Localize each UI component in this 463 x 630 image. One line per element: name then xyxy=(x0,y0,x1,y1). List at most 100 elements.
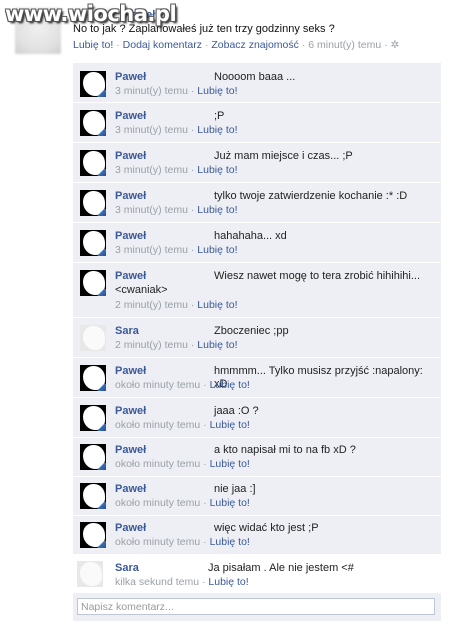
comment-text: Noooom baaa ... xyxy=(214,71,296,83)
comment-like-link[interactable]: Lubię to! xyxy=(210,458,250,470)
comment-like-link[interactable]: Lubię to! xyxy=(197,339,237,351)
comment-author[interactable]: Paweł xyxy=(115,365,146,377)
comment-avatar[interactable] xyxy=(80,190,106,216)
comment-author[interactable]: Paweł xyxy=(115,150,146,162)
story-like-link[interactable]: Lubię to! xyxy=(73,39,113,51)
comment-item: Paweł hmmmm... Tylko musisz przyjść :nap… xyxy=(73,359,441,398)
comment-meta: 3 minut(y) temu · Lubię to! xyxy=(115,85,238,97)
comment-time: 3 minut(y) temu xyxy=(115,124,188,136)
comment-like-link[interactable]: Lubię to! xyxy=(210,536,250,548)
comment-text: więc widać kto jest ;P xyxy=(214,522,319,534)
comment-like-link[interactable]: Lubię to! xyxy=(197,299,237,311)
comment-avatar[interactable] xyxy=(80,150,106,176)
comment-meta: 2 minut(y) temu · Lubię to! xyxy=(115,339,238,351)
comment-author[interactable]: Paweł xyxy=(115,190,146,202)
comment-avatar[interactable] xyxy=(80,365,106,391)
story-time: 6 minut(y) temu xyxy=(308,39,382,51)
comment-text: nie jaa :] xyxy=(214,483,256,495)
add-comment-link[interactable]: Dodaj komentarz xyxy=(123,39,202,51)
comment-text-continued: <cwaniak> xyxy=(115,284,168,296)
comment-meta: około minuty temu · Lubię to! xyxy=(115,458,250,470)
comment-item: Sara Zboczeniec ;pp 2 minut(y) temu · Lu… xyxy=(73,319,441,358)
comment-like-link[interactable]: Lubię to! xyxy=(208,576,248,588)
comment-text: Wiesz nawet mogę to tera zrobić hihihihi… xyxy=(214,270,421,282)
comment-item: Paweł jaaa :O ? około minuty temu · Lubi… xyxy=(73,399,441,438)
comment-meta: około minuty temu · Lubię to! xyxy=(115,419,250,431)
comment-time: około minuty temu xyxy=(115,419,201,431)
comment-author[interactable]: Paweł xyxy=(115,444,146,456)
comment-item: Paweł nie jaa :] około minuty temu · Lub… xyxy=(73,477,441,516)
comment-like-link[interactable]: Lubię to! xyxy=(197,85,237,97)
story-meta: Lubię to! · Dodaj komentarz · Zobacz zna… xyxy=(73,39,458,51)
comment-author[interactable]: Paweł xyxy=(115,405,146,417)
comment-author[interactable]: Paweł xyxy=(115,230,146,242)
comment-time: około minuty temu xyxy=(115,379,201,391)
comment-text: Zboczeniec ;pp xyxy=(214,325,289,337)
comment-meta: 2 minut(y) temu · Lubię to! xyxy=(115,299,238,311)
comment-author[interactable]: Sara xyxy=(115,325,139,337)
comment-time: około minuty temu xyxy=(115,536,201,548)
comment-meta: kilka sekund temu · Lubię to! xyxy=(115,576,249,588)
comment-like-link[interactable]: Lubię to! xyxy=(210,497,250,509)
see-friendship-link[interactable]: Zobacz znajomość xyxy=(211,39,299,51)
comment-meta: około minuty temu · Lubię to! xyxy=(115,536,250,548)
comment-item: Paweł tylko twoje zatwierdzenie kochanie… xyxy=(73,184,441,223)
comment-author[interactable]: Sara xyxy=(115,562,139,574)
comment-time: 2 minut(y) temu xyxy=(115,339,188,351)
comment-avatar[interactable] xyxy=(80,110,106,136)
comment-text: Ja pisałam . Ale nie jestem <# xyxy=(208,562,354,574)
comment-like-link[interactable]: Lubię to! xyxy=(197,244,237,256)
comment-author[interactable]: Paweł xyxy=(115,483,146,495)
comment-time: 3 minut(y) temu xyxy=(115,85,188,97)
comment-time: 3 minut(y) temu xyxy=(115,164,188,176)
comment-text: tylko twoje zatwierdzenie kochanie :* :D xyxy=(214,190,408,202)
comment-avatar[interactable] xyxy=(80,270,106,296)
comment-avatar[interactable] xyxy=(80,230,106,256)
gear-icon[interactable]: ✲ xyxy=(391,39,400,51)
comment-text: hahahaha... xd xyxy=(214,230,287,242)
comment-like-link[interactable]: Lubię to! xyxy=(197,164,237,176)
comment-time: około minuty temu xyxy=(115,458,201,470)
comment-item: Paweł Noooom baaa ... 3 minut(y) temu · … xyxy=(73,65,441,103)
comment-avatar[interactable] xyxy=(77,561,103,587)
comment-avatar[interactable] xyxy=(80,444,106,470)
comment-meta: 3 minut(y) temu · Lubię to! xyxy=(115,164,238,176)
comment-text: ;P xyxy=(214,110,225,122)
comment-time: 2 minut(y) temu xyxy=(115,299,188,311)
comment-avatar[interactable] xyxy=(80,483,106,509)
comment-item: Paweł a kto napisał mi to na fb xD ? oko… xyxy=(73,438,441,477)
comment-item: Sara Ja pisałam . Ale nie jestem <# kilk… xyxy=(73,555,441,593)
comment-time: około minuty temu xyxy=(115,497,201,509)
comments-panel: Paweł Noooom baaa ... 3 minut(y) temu · … xyxy=(73,63,441,621)
watermark: www.wiocha.pl xyxy=(5,2,177,26)
comment-meta: 3 minut(y) temu · Lubię to! xyxy=(115,124,238,136)
comment-author[interactable]: Paweł xyxy=(115,522,146,534)
comment-avatar[interactable] xyxy=(80,405,106,431)
comment-like-link[interactable]: Lubię to! xyxy=(210,419,250,431)
comment-item: Paweł Wiesz nawet mogę to tera zrobić hi… xyxy=(73,264,441,318)
comment-time: 3 minut(y) temu xyxy=(115,204,188,216)
comment-text: jaaa :O ? xyxy=(214,405,259,417)
comment-time: kilka sekund temu xyxy=(115,576,200,588)
comment-like-link[interactable]: Lubię to! xyxy=(210,379,250,391)
comment-meta: 3 minut(y) temu · Lubię to! xyxy=(115,244,238,256)
comment-meta: około minuty temu · Lubię to! xyxy=(115,379,250,391)
comment-like-link[interactable]: Lubię to! xyxy=(197,124,237,136)
comment-author[interactable]: Paweł xyxy=(115,110,146,122)
comment-like-link[interactable]: Lubię to! xyxy=(197,204,237,216)
comment-author[interactable]: Paweł xyxy=(115,270,146,282)
comment-input[interactable]: Napisz komentarz... xyxy=(77,598,435,615)
comment-item: Paweł ;P 3 minut(y) temu · Lubię to! xyxy=(73,104,441,143)
comment-meta: 3 minut(y) temu · Lubię to! xyxy=(115,204,238,216)
comment-text: a kto napisał mi to na fb xD ? xyxy=(214,444,356,456)
comment-text: Już mam miejsce i czas... ;P xyxy=(214,150,353,162)
comment-avatar[interactable] xyxy=(80,325,106,351)
comment-avatar[interactable] xyxy=(80,522,106,548)
comment-avatar[interactable] xyxy=(80,71,106,97)
comment-item: Paweł Już mam miejsce i czas... ;P 3 min… xyxy=(73,144,441,183)
comment-meta: około minuty temu · Lubię to! xyxy=(115,497,250,509)
comment-author[interactable]: Paweł xyxy=(115,71,146,83)
comment-item: Paweł hahahaha... xd 3 minut(y) temu · L… xyxy=(73,224,441,263)
comment-time: 3 minut(y) temu xyxy=(115,244,188,256)
comment-item: Paweł więc widać kto jest ;P około minut… xyxy=(73,516,441,555)
